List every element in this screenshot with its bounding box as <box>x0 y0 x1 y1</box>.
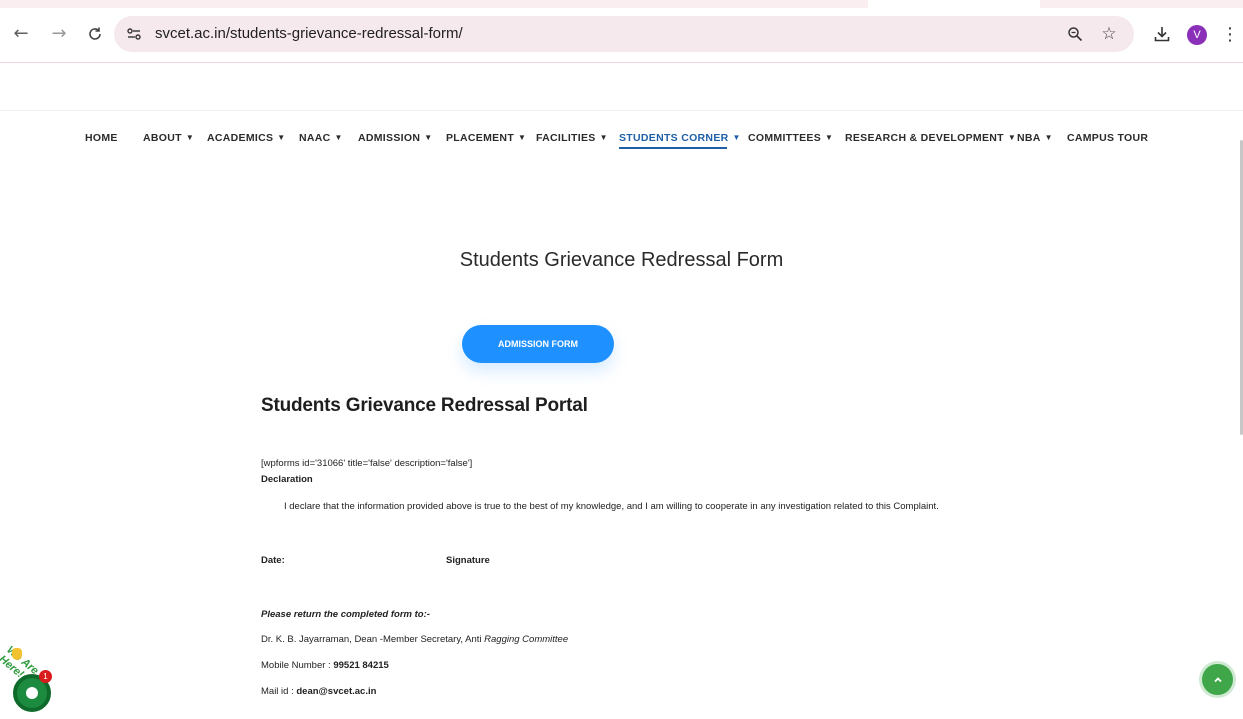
chat-notification-badge: 1 <box>39 670 52 683</box>
nav-label: STUDENTS CORNER <box>619 132 729 144</box>
back-to-top-button[interactable] <box>1202 664 1233 695</box>
back-button[interactable]: ← <box>9 22 33 46</box>
header-divider <box>0 110 1243 111</box>
nav-item-home[interactable]: HOME <box>85 131 118 151</box>
nav-item-facilities[interactable]: FACILITIES ▼ <box>536 131 608 151</box>
caret-down-icon: ▼ <box>825 133 834 142</box>
signature-label: Signature <box>446 555 490 566</box>
caret-down-icon: ▼ <box>1007 133 1017 142</box>
reload-icon <box>89 27 101 40</box>
declaration-text: I declare that the information provided … <box>284 501 939 512</box>
date-label: Date: <box>261 555 285 566</box>
page-title: Students Grievance Redressal Form <box>459 249 784 271</box>
contact-name-text: Dr. K. B. Jayarraman, Dean -Member Secre… <box>261 634 485 645</box>
wpforms-shortcode: [wpforms id='31066' title='false' descri… <box>261 458 473 469</box>
mail-label: Mail id : <box>261 686 297 697</box>
back-arrow-icon: ← <box>13 23 29 44</box>
nav-label: HOME <box>85 132 118 144</box>
reload-button[interactable] <box>83 22 107 46</box>
bookmark-button[interactable]: ☆ <box>1099 24 1119 44</box>
mail-address[interactable]: dean@svcet.ac.in <box>296 686 376 697</box>
nav-label: NAAC <box>299 132 331 144</box>
nav-item-nba[interactable]: NBA ▼ <box>1017 131 1053 151</box>
nav-item-research-development[interactable]: RESEARCH & DEVELOPMENT ▼ <box>845 131 1016 151</box>
profile-avatar[interactable]: V <box>1187 25 1207 45</box>
nav-label: ACADEMICS <box>207 132 274 144</box>
mobile-label: Mobile Number : <box>261 660 334 671</box>
browser-toolbar: ← → svcet.ac.in/students-grievance-redre… <box>0 0 1243 63</box>
contact-name: Dr. K. B. Jayarraman, Dean -Member Secre… <box>261 634 568 645</box>
caret-down-icon: ▼ <box>424 133 433 142</box>
forward-button[interactable]: → <box>47 22 71 46</box>
address-bar[interactable]: svcet.ac.in/students-grievance-redressal… <box>114 16 1134 52</box>
caret-down-icon: ▼ <box>1044 133 1053 142</box>
download-button[interactable] <box>1152 24 1172 44</box>
active-underline <box>619 147 727 149</box>
download-icon <box>1154 27 1170 42</box>
nav-item-about[interactable]: ABOUT ▼ <box>143 131 194 151</box>
declaration-heading: Declaration <box>261 474 313 485</box>
mail-line: Mail id : dean@svcet.ac.in <box>261 686 376 697</box>
nav-label: CAMPUS TOUR <box>1067 132 1149 144</box>
nav-label: ABOUT <box>143 132 182 144</box>
caret-down-icon: ▼ <box>334 133 343 142</box>
tab-strip <box>0 0 1243 8</box>
caret-down-icon: ▼ <box>732 133 741 142</box>
main-navigation: HOME ABOUT ▼ ACADEMICS ▼ NAAC ▼ ADMISSION ▼ … <box>0 131 1243 151</box>
nav-item-students-corner[interactable]: STUDENTS CORNER ▼ <box>619 131 741 151</box>
star-icon: ☆ <box>1101 24 1117 44</box>
mobile-line: Mobile Number : 99521 84215 <box>261 660 389 671</box>
forward-arrow-icon: → <box>51 23 67 44</box>
nav-label: FACILITIES <box>536 132 596 144</box>
admission-form-button[interactable]: ADMISSION FORM <box>462 325 614 363</box>
active-tab-edge <box>868 0 1040 8</box>
nav-label: COMMITTEES <box>748 132 821 144</box>
nav-label: PLACEMENT <box>446 132 515 144</box>
nav-item-committees[interactable]: COMMITTEES ▼ <box>748 131 833 151</box>
nav-item-placement[interactable]: PLACEMENT ▼ <box>446 131 526 151</box>
return-heading: Please return the completed form to:- <box>261 609 430 620</box>
zoom-button[interactable] <box>1065 24 1085 44</box>
waving-hand-icon <box>12 648 22 660</box>
zoom-icon <box>1068 27 1083 42</box>
nav-item-campus-tour[interactable]: CAMPUS TOUR <box>1067 131 1148 151</box>
caret-down-icon: ▼ <box>599 133 608 142</box>
nav-item-admission[interactable]: ADMISSION ▼ <box>358 131 432 151</box>
more-vert-icon: ⋮ <box>1221 23 1239 45</box>
caret-down-icon: ▼ <box>518 133 527 142</box>
tune-icon <box>127 28 141 40</box>
chat-bubble-center <box>26 687 38 699</box>
site-info-button[interactable] <box>124 24 144 44</box>
nav-item-naac[interactable]: NAAC ▼ <box>299 131 343 151</box>
nav-label: NBA <box>1017 132 1041 144</box>
chevron-up-icon <box>1213 676 1222 682</box>
nav-label: ADMISSION <box>358 132 421 144</box>
caret-down-icon: ▼ <box>277 133 286 142</box>
url-text[interactable]: svcet.ac.in/students-grievance-redressal… <box>155 25 463 42</box>
mobile-number: 99521 84215 <box>333 660 389 671</box>
browser-menu-button[interactable]: ⋮ <box>1221 22 1239 46</box>
portal-heading: Students Grievance Redressal Portal <box>261 395 588 416</box>
nav-label: RESEARCH & DEVELOPMENT <box>845 132 1004 144</box>
caret-down-icon: ▼ <box>185 133 195 142</box>
committee-name: Ragging Committee <box>484 634 569 645</box>
nav-item-academics[interactable]: ACADEMICS ▼ <box>207 131 286 151</box>
